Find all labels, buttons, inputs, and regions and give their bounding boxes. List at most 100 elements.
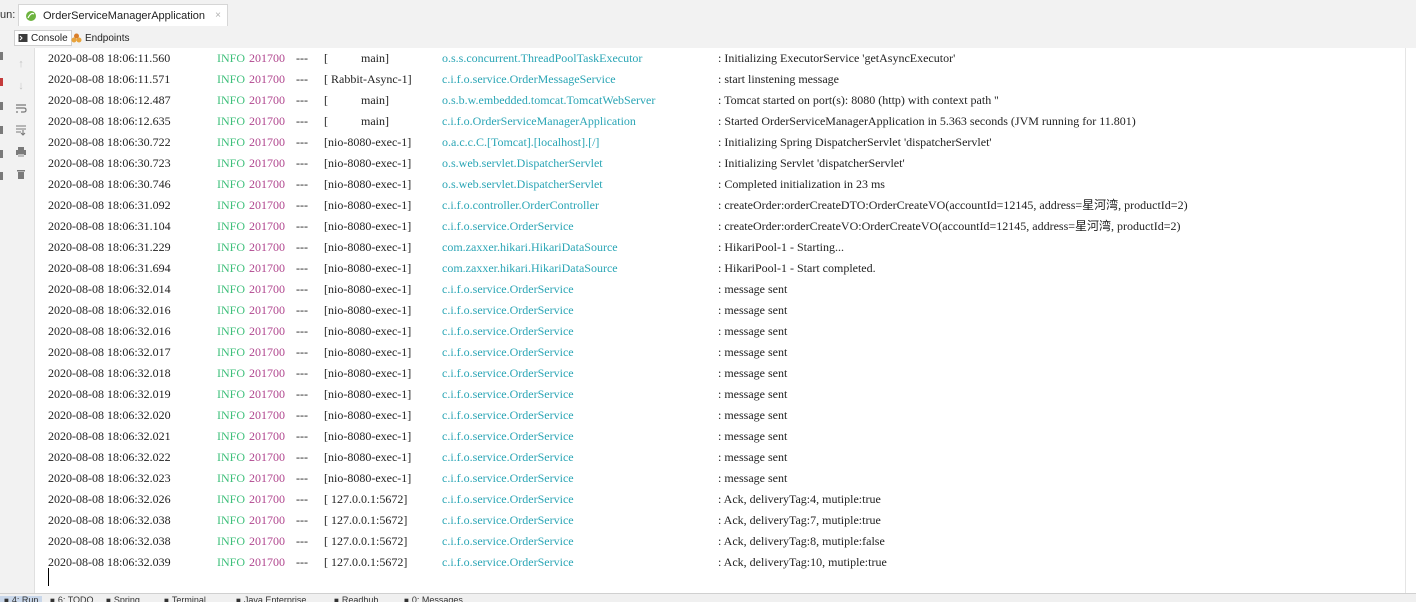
toolbar-marker [0, 126, 3, 134]
toolbar-marker-stop [0, 78, 3, 86]
log-timestamp: 2020-08-08 18:06:11.560 [48, 51, 171, 65]
java-enterprise-icon: ■ [236, 596, 241, 602]
log-separator: --- [296, 114, 308, 128]
log-message: : message sent [718, 324, 788, 338]
log-logger: c.i.f.o.service.OrderService [442, 450, 574, 464]
log-timestamp: 2020-08-08 18:06:11.571 [48, 72, 171, 86]
log-message: : message sent [718, 303, 788, 317]
log-message: : message sent [718, 366, 788, 380]
log-logger: c.i.f.o.service.OrderService [442, 429, 574, 443]
bottom-tab[interactable]: ■ Spring [106, 596, 140, 602]
log-message: : Tomcat started on port(s): 8080 (http)… [718, 93, 999, 107]
close-tab-icon[interactable]: × [215, 10, 221, 21]
bottom-tab[interactable]: ■ Readhub [334, 596, 378, 602]
log-pid: 201700 [249, 387, 285, 401]
bottom-tab[interactable]: ■ Java Enterprise [236, 596, 306, 602]
log-timestamp: 2020-08-08 18:06:32.020 [48, 408, 171, 422]
log-timestamp: 2020-08-08 18:06:32.022 [48, 450, 171, 464]
bottom-tab-label: Java Enterprise [243, 595, 307, 602]
bottom-tab-label: Readhub [341, 595, 379, 602]
log-message: : start linstening message [718, 72, 839, 86]
bottom-tab[interactable]: ■ 4: Run [0, 596, 43, 602]
text-cursor [48, 568, 49, 586]
log-timestamp: 2020-08-08 18:06:31.104 [48, 219, 171, 233]
log-level: INFO [217, 534, 246, 548]
log-logger: c.i.f.o.service.OrderService [442, 471, 574, 485]
log-pid: 201700 [249, 513, 285, 527]
log-separator: --- [296, 513, 308, 527]
log-logger: c.i.f.o.service.OrderMessageService [442, 72, 616, 86]
log-message: : message sent [718, 450, 788, 464]
log-pid: 201700 [249, 135, 285, 149]
clear-all-trash-icon[interactable] [13, 166, 29, 182]
log-logger: c.i.f.o.service.OrderService [442, 555, 574, 569]
log-separator: --- [296, 387, 308, 401]
log-message: : createOrder:orderCreateDTO:OrderCreate… [718, 198, 1188, 212]
console-icon [18, 34, 28, 42]
log-logger: o.s.web.servlet.DispatcherServlet [442, 177, 603, 191]
log-message: : message sent [718, 282, 788, 296]
log-timestamp: 2020-08-08 18:06:32.018 [48, 366, 171, 380]
log-level: INFO [217, 93, 246, 107]
run-toolwindow-header: un: OrderServiceManagerApplication × [0, 0, 1416, 29]
log-timestamp: 2020-08-08 18:06:32.017 [48, 345, 171, 359]
log-timestamp: 2020-08-08 18:06:32.016 [48, 324, 171, 338]
log-message: : Ack, deliveryTag:8, mutiple:false [718, 534, 885, 548]
scroll-to-end-icon[interactable] [13, 122, 29, 138]
log-logger: c.i.f.o.service.OrderService [442, 366, 574, 380]
log-timestamp: 2020-08-08 18:06:32.021 [48, 429, 171, 443]
log-separator: --- [296, 555, 308, 569]
log-timestamp: 2020-08-08 18:06:31.229 [48, 240, 171, 254]
log-timestamp: 2020-08-08 18:06:32.023 [48, 471, 171, 485]
log-logger: o.a.c.c.C.[Tomcat].[localhost].[/] [442, 135, 600, 149]
log-timestamp: 2020-08-08 18:06:31.092 [48, 198, 171, 212]
log-logger: c.i.f.o.service.OrderService [442, 324, 574, 338]
log-level: INFO [217, 51, 246, 65]
log-logger: c.i.f.o.service.OrderService [442, 534, 574, 548]
log-message: : Started OrderServiceManagerApplication… [718, 114, 1136, 128]
log-thread: [nio-8080-exec-1] [324, 261, 412, 275]
log-thread: [ Rabbit-Async-1] [324, 72, 412, 86]
print-icon[interactable] [13, 144, 29, 160]
log-separator: --- [296, 366, 308, 380]
tab-endpoints[interactable]: Endpoints [68, 30, 132, 46]
scroll-up-icon[interactable]: ↑ [13, 56, 29, 72]
log-separator: --- [296, 240, 308, 254]
tab-endpoints-label: Endpoints [85, 32, 130, 44]
console-toolbar: ↑ ↓ [0, 48, 35, 593]
log-separator: --- [296, 429, 308, 443]
log-thread: [nio-8080-exec-1] [324, 450, 412, 464]
log-logger: c.i.f.o.service.OrderService [442, 387, 574, 401]
log-level: INFO [217, 408, 246, 422]
log-logger: o.s.s.concurrent.ThreadPoolTaskExecutor [442, 51, 643, 65]
log-timestamp: 2020-08-08 18:06:32.016 [48, 303, 171, 317]
run-label: un: [0, 9, 16, 21]
bottom-tab[interactable]: ■ Terminal [164, 596, 206, 602]
bottom-tab[interactable]: ■ 0: Messages [404, 596, 463, 602]
log-logger: c.i.f.o.service.OrderService [442, 219, 574, 233]
log-logger: o.s.web.servlet.DispatcherServlet [442, 156, 603, 170]
log-logger: c.i.f.o.service.OrderService [442, 345, 574, 359]
log-separator: --- [296, 324, 308, 338]
log-logger: c.i.f.o.OrderServiceManagerApplication [442, 114, 636, 128]
log-thread: [nio-8080-exec-1] [324, 219, 412, 233]
log-timestamp: 2020-08-08 18:06:32.026 [48, 492, 171, 506]
log-level: INFO [217, 471, 246, 485]
log-level: INFO [217, 345, 246, 359]
log-logger: c.i.f.o.service.OrderService [442, 303, 574, 317]
log-separator: --- [296, 534, 308, 548]
log-timestamp: 2020-08-08 18:06:12.635 [48, 114, 171, 128]
log-pid: 201700 [249, 471, 285, 485]
log-pid: 201700 [249, 324, 285, 338]
soft-wrap-icon[interactable] [13, 100, 29, 116]
tab-console[interactable]: Console [14, 30, 72, 46]
log-timestamp: 2020-08-08 18:06:12.487 [48, 93, 171, 107]
bottom-tab[interactable]: ■ 6: TODO [50, 596, 94, 602]
log-level: INFO [217, 240, 246, 254]
scroll-down-icon[interactable]: ↓ [13, 78, 29, 94]
log-pid: 201700 [249, 366, 285, 380]
run-configuration-tab[interactable]: OrderServiceManagerApplication × [18, 4, 228, 26]
log-level: INFO [217, 492, 246, 506]
log-pid: 201700 [249, 429, 285, 443]
console-output[interactable]: 2020-08-08 18:06:11.560 INFO 201700 ---[ ma… [35, 48, 1416, 593]
